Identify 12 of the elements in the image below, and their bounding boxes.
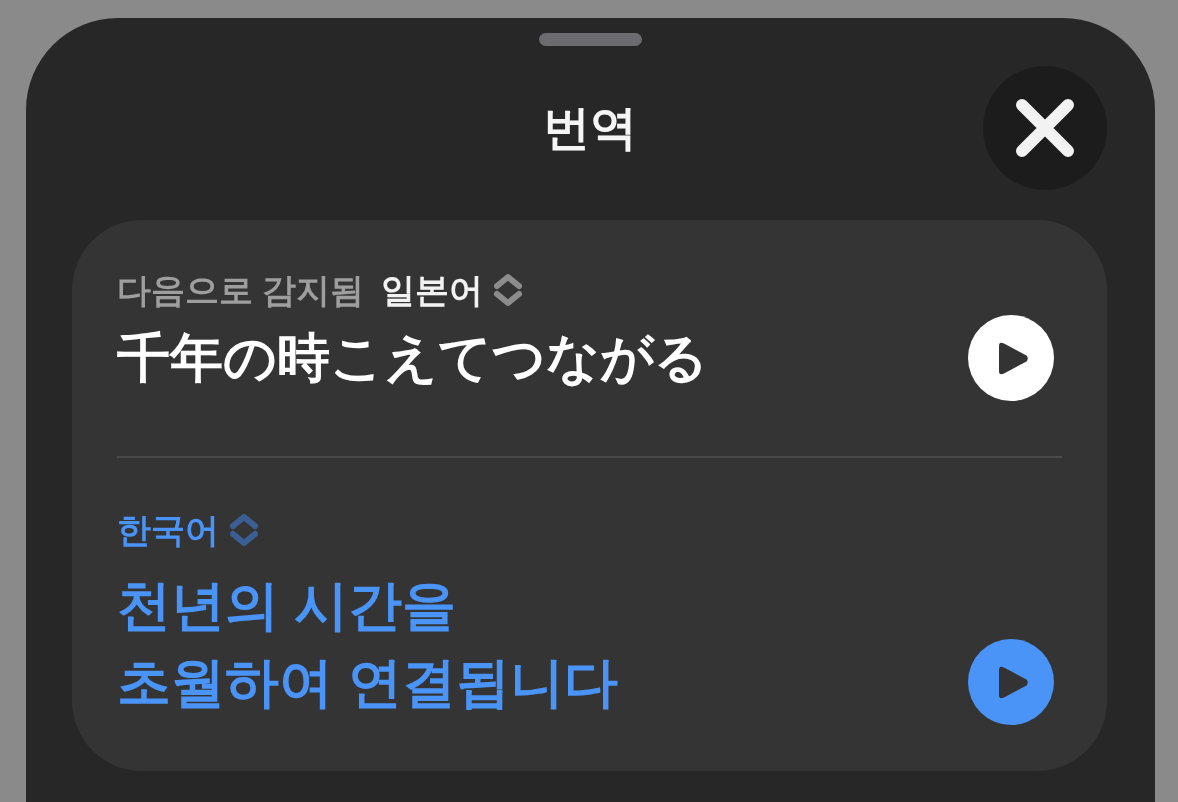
chevron-up-down-icon: [229, 513, 259, 547]
detected-language-label: 다음으로 감지됨: [117, 270, 365, 310]
close-icon: [1016, 99, 1074, 157]
language-picker[interactable]: 일본어: [381, 270, 524, 310]
translated-text: 천년의 시간을 초월하여 연결됩니다: [117, 574, 618, 714]
chevron-up-down-icon: [493, 273, 524, 307]
drag-handle[interactable]: [539, 33, 642, 46]
play-icon: [998, 664, 1029, 700]
play-icon: [998, 340, 1029, 376]
source-text: 千年の時こえてつながる: [117, 327, 708, 389]
sheet-title: 번역: [542, 100, 637, 156]
language-picker[interactable]: 한국어: [117, 510, 259, 550]
